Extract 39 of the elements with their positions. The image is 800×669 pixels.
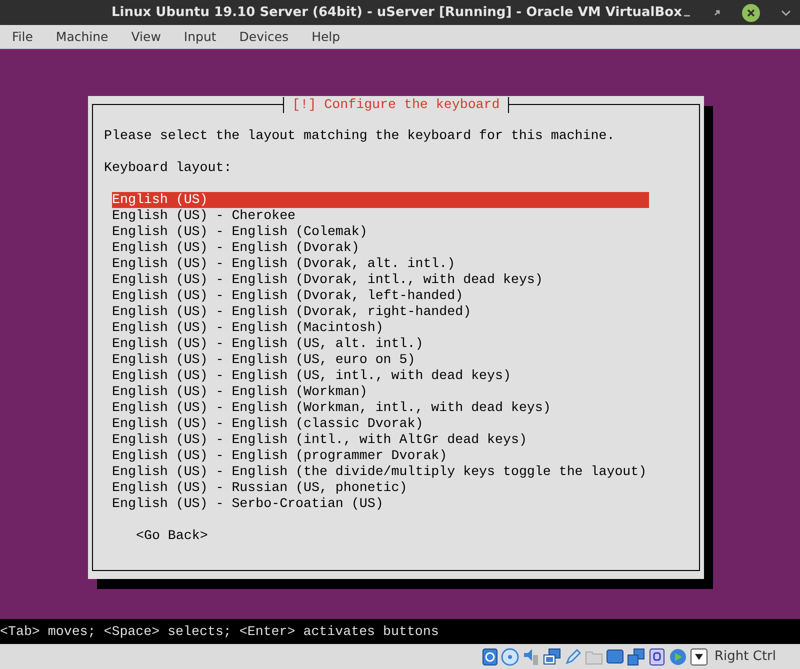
restore-icon[interactable] [712, 8, 722, 18]
layout-option[interactable]: English (US) - English (Dvorak, alt. intl.) [112, 256, 649, 272]
console-hint: <Tab> moves; <Space> selects; <Enter> activates buttons [0, 624, 439, 639]
layout-option[interactable]: English (US) - Russian (US, phonetic) [112, 480, 649, 496]
layout-option[interactable]: English (US) - English (Colemak) [112, 224, 649, 240]
dialog-title: [!] Configure the keyboard [283, 96, 509, 112]
layout-option[interactable]: English (US) - English (Dvorak, left-handed) [112, 288, 649, 304]
layout-option[interactable]: English (US) - English (the divide/multiply keys toggle the layout) [112, 464, 649, 480]
layout-option[interactable]: English (US) - English (Dvorak) [112, 240, 649, 256]
layout-option[interactable]: English (US) - English (Workman, intl., with dead keys) [112, 400, 649, 416]
network-icon[interactable] [542, 648, 560, 666]
prompt-text: Please select the layout matching the keyboard for this machine. [104, 128, 616, 144]
menu-item[interactable]: File [12, 29, 33, 44]
menu-item[interactable]: Machine [56, 29, 108, 44]
list-label: Keyboard layout: [104, 160, 233, 176]
close-icon[interactable] [742, 4, 760, 22]
menu-item[interactable]: Input [184, 29, 216, 44]
layout-option[interactable]: English (US) - English (programmer Dvorak) [112, 448, 649, 464]
menu-item[interactable]: Devices [239, 29, 289, 44]
layout-option[interactable]: English (US) - English (Macintosh) [112, 320, 649, 336]
layout-option[interactable]: English (US) - English (classic Dvorak) [112, 416, 649, 432]
host-key-label: Right Ctrl [714, 649, 776, 664]
menu-item[interactable]: View [131, 29, 161, 44]
chevron-down-icon[interactable] [780, 8, 792, 18]
monitor-icon[interactable] [606, 648, 624, 666]
layout-option[interactable]: English (US) - English (Workman) [112, 384, 649, 400]
layout-option[interactable]: English (US) - Cherokee [112, 208, 649, 224]
layout-option[interactable]: English (US) - English (Dvorak, intl., with dead keys) [112, 272, 649, 288]
layout-option[interactable]: English (US) - Serbo-Croatian (US) [112, 496, 649, 512]
layout-option[interactable]: English (US) - English (Dvorak, right-handed) [112, 304, 649, 320]
window-title: Linux Ubuntu 19.10 Server (64bit) - uServer [Running] - Oracle VM VirtualBox [112, 5, 682, 20]
layout-option[interactable]: English (US) [112, 192, 649, 208]
layout-option[interactable]: English (US) - English (US, euro on 5) [112, 352, 649, 368]
layout-option[interactable]: English (US) - English (intl., with AltGr dead keys) [112, 432, 649, 448]
windows-icon[interactable] [626, 648, 644, 666]
go-back-button[interactable]: <Go Back> [136, 528, 208, 543]
menu-item[interactable]: Help [312, 29, 340, 44]
layout-option[interactable]: English (US) - English (US, intl., with dead keys) [112, 368, 649, 384]
layout-option[interactable]: English (US) - English (US, alt. intl.) [112, 336, 649, 352]
